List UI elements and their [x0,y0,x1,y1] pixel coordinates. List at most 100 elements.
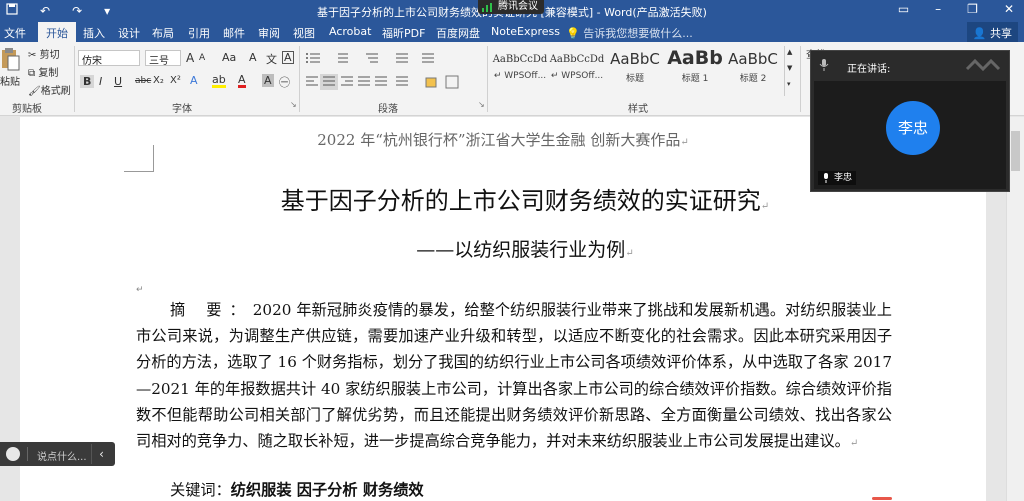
abstract-label: 摘 要： [170,301,253,319]
window-controls: ▭ – ❐ ✕ [898,2,1014,16]
font-dialog-launcher-icon[interactable]: ↘ [290,100,297,109]
tab-baidu-netdisk[interactable]: 百度网盘 [436,25,480,41]
participant-name-tag: 李忠 [818,171,857,185]
tab-insert[interactable]: 插入 [83,25,105,41]
change-case-icon[interactable]: Aa [222,51,236,64]
cut-label: 剪切 [39,50,60,61]
meeting-speaker-panel[interactable]: 正在讲话: 李忠 李忠 [810,50,1010,192]
expand-gallery-icon[interactable]: ▾ [787,80,791,88]
tab-layout[interactable]: 布局 [152,25,174,41]
tencent-meeting-logo-icon [965,58,1001,72]
ribbon-tabs: 文件 开始 插入 设计 布局 引用 邮件 审阅 视图 Acrobat 福昕PDF… [0,22,1024,42]
tab-acrobat[interactable]: Acrobat [329,25,371,38]
microphone-icon [824,173,828,183]
tab-references[interactable]: 引用 [188,25,210,41]
divider [487,46,488,112]
tab-mailings[interactable]: 邮件 [223,25,245,41]
underline-icon[interactable]: U [114,75,122,88]
grow-font-icon[interactable]: A [186,51,194,65]
style-heading-1[interactable]: AaBb 标题 1 [666,46,724,94]
participant-name: 李忠 [834,173,853,183]
minimize-icon[interactable]: – [935,2,941,16]
word-window: ↶ ↷ ▾ 基于因子分析的上市公司财务绩效的实证研究 [兼容模式] - Word… [0,0,1024,501]
keywords-line: 关键词：纺织服装 因子分析 财务绩效 [170,478,424,500]
format-painter-label: 格式刷 [40,86,71,97]
clear-format-icon[interactable]: A [249,51,257,64]
font-size-select[interactable]: 三号 [145,50,181,67]
font-color-icon[interactable]: A [238,74,246,88]
avatar: 李忠 [886,101,940,155]
tab-noteexpress[interactable]: NoteExpress [491,25,560,38]
tab-design[interactable]: 设计 [118,25,140,41]
superscript-icon[interactable]: X² [170,75,181,86]
shrink-font-icon[interactable]: A [199,53,205,63]
meeting-badge-label: 腾讯会议 [498,1,538,12]
style-heading-2[interactable]: AaBbC 标题 2 [724,46,782,94]
paste-label: 粘贴 [0,77,20,88]
ribbon-display-options-icon[interactable]: ▭ [898,2,909,16]
document-subtitle: ——以纺织服装行业为例↵ [416,239,634,261]
font-name-select[interactable]: 仿宋 [78,50,140,67]
comment-input[interactable]: 说点什么... [37,448,87,463]
format-painter-button[interactable]: 🖌格式刷 [28,82,71,97]
alignment-buttons-icons[interactable] [304,74,464,90]
paragraph-dialog-launcher-icon[interactable]: ↘ [478,100,485,109]
subscript-icon[interactable]: X₂ [153,75,164,86]
highlight-icon[interactable]: ab [212,74,226,88]
emoji-icon[interactable] [6,447,20,461]
close-icon[interactable]: ✕ [1004,2,1014,16]
phonetic-guide-icon[interactable]: 文 [266,51,277,67]
divider [74,46,75,112]
styles-scroll[interactable]: ▲ ▼ ▾ [784,46,796,96]
scrollbar-thumb[interactable] [1011,131,1020,171]
chevron-up-icon[interactable]: ▲ [787,48,792,56]
copy-icon: ⧉ [28,68,36,79]
bold-icon[interactable]: B [80,75,95,88]
tab-review[interactable]: 审阅 [258,25,280,41]
participant-video: 李忠 李忠 [814,81,1006,189]
copy-label: 复制 [38,68,59,79]
signal-icon [482,3,494,12]
style-title[interactable]: AaBbC 标题 [606,46,664,94]
share-button[interactable]: 👤 共享 [966,22,1018,42]
keywords-label: 关键词： [170,481,231,499]
chevron-down-icon[interactable]: ▼ [787,64,792,72]
abstract-paragraph: 摘 要：2020 年新冠肺炎疫情的暴发，给整个纺织服装行业带来了挑战和发展新机遇… [136,301,892,451]
tell-me-text: 告诉我您想要做什么... [583,27,693,40]
brush-icon: 🖌 [28,86,41,97]
divider [299,46,300,112]
scissors-icon: ✂ [28,50,37,61]
tell-me-box[interactable]: 💡 告诉我您想要做什么... [566,25,693,41]
paragraph-mark: ↵ [136,285,144,295]
styles-group-label: 样式 [628,104,648,115]
cut-button[interactable]: ✂ 剪切 [28,46,60,61]
speaking-label: 正在讲话: [847,64,891,75]
meeting-badge[interactable]: 腾讯会议 [478,0,544,14]
style-wps-office-1[interactable]: AaBbCcDd ↵ WPSOff... [491,46,549,94]
char-border-icon[interactable]: A [282,51,294,64]
tab-view[interactable]: 视图 [293,25,315,41]
paste-button[interactable]: 粘贴 [0,46,22,88]
status-indicator [872,497,892,500]
microphone-icon [819,59,829,71]
font-group-label: 字体 [172,104,192,115]
style-wps-office-2[interactable]: AaBbCcDd ↵ WPSOff... [548,46,606,94]
title-bar: ↶ ↷ ▾ 基于因子分析的上市公司财务绩效的实证研究 [兼容模式] - Word… [0,0,1024,22]
collapse-chevron-icon[interactable]: ‹ [91,444,111,464]
tab-file[interactable]: 文件 [4,25,26,41]
italic-icon[interactable]: I [99,75,102,88]
char-shading-icon[interactable]: A [262,74,274,87]
keywords-text: 纺织服装 因子分析 财务绩效 [230,481,424,499]
list-buttons-icons[interactable] [304,50,494,66]
copy-button[interactable]: ⧉ 复制 [28,64,58,79]
restore-icon[interactable]: ❐ [967,2,978,16]
comment-bar[interactable]: 说点什么... ‹ [0,442,115,466]
abstract-text: 2020 年新冠肺炎疫情的暴发，给整个纺织服装行业带来了挑战和发展新机遇。对纺织… [136,301,892,451]
strikethrough-icon[interactable]: abc [135,76,151,86]
tab-home[interactable]: 开始 [38,22,76,42]
text-effects-icon[interactable]: A [190,74,198,87]
tab-foxit-pdf[interactable]: 福昕PDF [382,25,425,41]
share-label: 共享 [990,27,1012,40]
enclose-char-icon[interactable]: ㊀ [279,74,290,90]
clipboard-group-label: 剪贴板 [12,104,42,115]
